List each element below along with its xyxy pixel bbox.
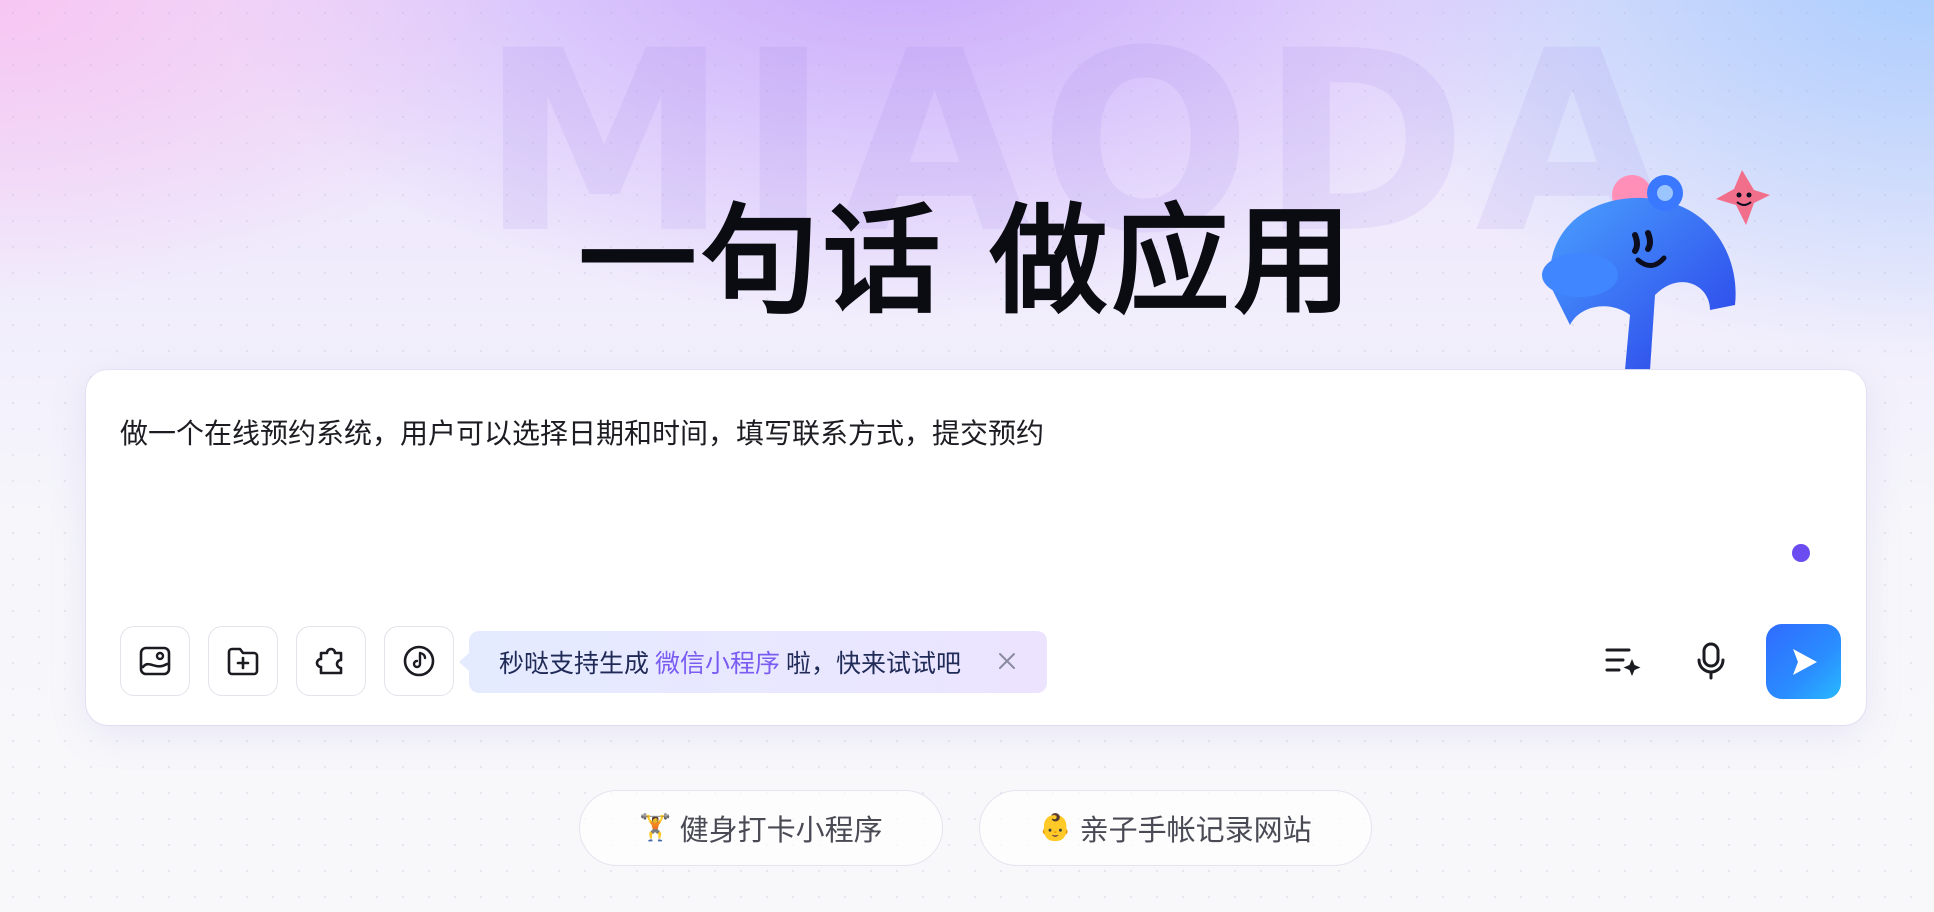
suggestion-chip-fitness[interactable]: 🏋️ 健身打卡小程序 — [579, 790, 943, 866]
image-upload-icon — [139, 646, 171, 676]
mascot-illustration — [1542, 170, 1770, 370]
prompt-composer[interactable]: 做一个在线预约系统，用户可以选择日期和时间，填写联系方式，提交预约 秒哒支持生成… — [86, 370, 1866, 725]
microphone-icon — [1697, 642, 1725, 680]
send-arrow-icon — [1792, 648, 1817, 675]
cursor-indicator — [1792, 544, 1810, 562]
close-icon[interactable] — [995, 649, 1019, 673]
music-note-icon — [403, 645, 435, 677]
prompt-enhance-icon — [1605, 648, 1641, 676]
suggestion-label: 健身打卡小程序 — [679, 813, 883, 847]
tip-highlight[interactable]: 微信小程序 — [655, 644, 780, 680]
tip-suffix: 啦，快来试试吧 — [786, 649, 962, 678]
baby-icon: 👶 — [1039, 813, 1072, 843]
microphone-button[interactable] — [1688, 638, 1734, 684]
weightlifting-icon: 🏋️ — [639, 813, 672, 843]
send-button[interactable] — [1766, 624, 1841, 699]
plugin-button[interactable] — [296, 626, 366, 696]
music-button[interactable] — [384, 626, 454, 696]
prompt-enhance-button[interactable] — [1600, 638, 1646, 684]
folder-add-icon — [227, 647, 259, 676]
tip-prefix: 秒哒支持生成 — [499, 649, 650, 678]
folder-add-button[interactable] — [208, 626, 278, 696]
suggestion-label: 亲子手帐记录网站 — [1079, 813, 1312, 847]
image-upload-button[interactable] — [120, 626, 190, 696]
mini-program-tip: 秒哒支持生成 微信小程序 啦，快来试试吧 — [459, 631, 1047, 693]
prompt-input[interactable]: 做一个在线预约系统，用户可以选择日期和时间，填写联系方式，提交预约 — [120, 412, 1044, 452]
suggestion-chip-parenting[interactable]: 👶 亲子手帐记录网站 — [979, 790, 1372, 866]
plugin-puzzle-icon — [315, 647, 343, 675]
